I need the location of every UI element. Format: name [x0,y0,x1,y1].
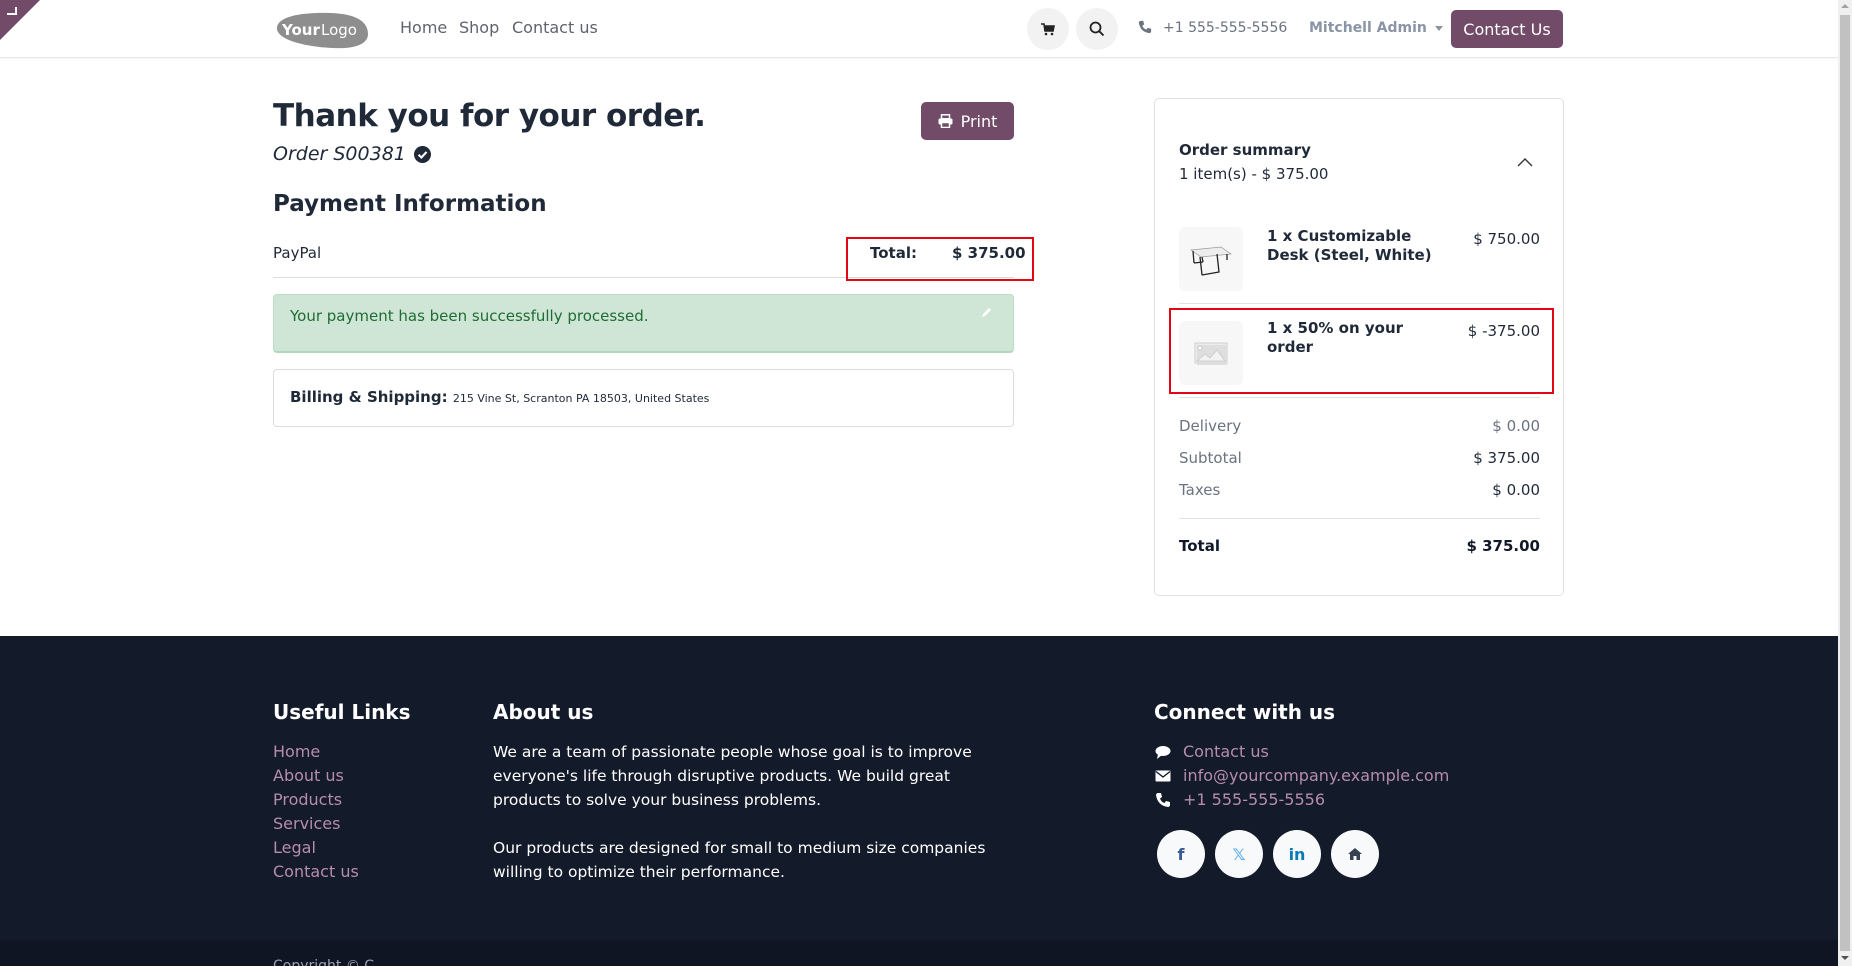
about-us-paragraph-2: Our products are designed for small to m… [493,839,986,881]
footer-link-about-us[interactable]: About us [273,766,344,785]
about-us-heading: About us [493,700,594,724]
delivery-label: Delivery [1179,417,1242,435]
footer-contact-link[interactable]: Contact us [1155,742,1269,761]
footer-link-services[interactable]: Services [273,814,340,833]
order-item-name: 1 x Customizable Desk (Steel, White) [1267,227,1432,264]
home-icon [1348,848,1362,860]
totals-divider [1179,518,1540,519]
taxes-value: $ 0.00 [1492,481,1540,499]
highlight-box-discount [1169,308,1554,394]
copyright-text: Copyright © C [273,958,375,966]
about-us-paragraph-1: We are a team of passionate people whose… [493,743,972,809]
linkedin-icon: in [1288,844,1306,864]
vertical-scrollbar[interactable] [1838,0,1852,966]
contact-us-button[interactable]: Contact Us [1451,10,1563,48]
footer-phone-link[interactable]: +1 555-555-5556 [1155,790,1325,809]
desk-thumbnail-icon [1190,246,1232,276]
subtotal-label: Subtotal [1179,449,1242,467]
search-button[interactable] [1076,8,1118,50]
envelope-icon [1155,770,1171,781]
header-phone[interactable]: +1 555-555-5556 [1163,20,1287,36]
home-button[interactable] [1331,830,1379,878]
nav-contact-us[interactable]: Contact us [512,18,598,37]
phone-icon [1138,20,1152,34]
footer-email-link[interactable]: info@yourcompany.example.com [1155,766,1449,785]
payment-info-heading: Payment Information [273,191,547,217]
facebook-icon: f [1177,844,1185,864]
scroll-down-arrow-icon[interactable] [1841,956,1849,960]
print-label: Print [960,111,998,131]
print-button[interactable]: Print [921,102,1014,140]
logo-text-light: Logo [321,21,357,39]
subtotal-value: $ 375.00 [1473,449,1540,467]
logo-text-bold: Your [281,21,320,39]
order-reference: Order S00381 [273,143,431,165]
alert-message: Your payment has been successfully proce… [290,307,649,325]
scrollbar-thumb[interactable] [1840,15,1850,951]
desk-image [1179,227,1243,291]
summary-total-value: $ 375.00 [1466,537,1540,555]
chevron-up-icon[interactable] [1517,157,1533,167]
user-menu-dropdown[interactable]: Mitchell Admin [1309,20,1443,36]
item-divider [1179,397,1540,398]
nav-shop[interactable]: Shop [459,18,499,37]
billing-address: 215 Vine St, Scranton PA 18503, United S… [452,392,710,405]
facebook-button[interactable]: f [1157,830,1205,878]
check-circle-icon [413,145,431,163]
delivery-value: $ 0.00 [1492,417,1540,435]
shopping-cart-icon [1041,22,1055,35]
phone-icon [1156,792,1170,807]
page-title: Thank you for your order. [273,98,706,134]
printer-icon [938,114,953,128]
summary-total-label: Total [1179,537,1220,555]
item-divider [1179,303,1540,304]
caret-down-icon [1434,26,1443,31]
footer-link-legal[interactable]: Legal [273,838,316,857]
footer-link-contact-us[interactable]: Contact us [273,862,359,881]
site-header: Your Logo Home Shop Contact us +1 555-55… [0,0,1838,58]
contact-us-text: Contact us [1183,742,1269,761]
x-twitter-icon: 𝕏 [1232,844,1246,864]
order-summary-title: Order summary [1179,141,1311,159]
user-name: Mitchell Admin [1309,20,1427,36]
billing-shipping-card: Billing & Shipping: 215 Vine St, Scranto… [273,369,1014,427]
scroll-up-arrow-icon[interactable] [1841,4,1849,8]
highlight-box-total [846,237,1034,281]
search-icon [1089,21,1105,37]
logo[interactable]: Your Logo [273,10,369,49]
phone-text: +1 555-555-5556 [1183,790,1326,809]
payment-success-alert: Your payment has been successfully proce… [273,294,1014,353]
nav-home[interactable]: Home [400,18,447,37]
useful-links-heading: Useful Links [273,700,411,724]
cart-button[interactable] [1027,8,1069,50]
linkedin-button[interactable]: in [1273,830,1321,878]
email-text: info@yourcompany.example.com [1183,766,1450,785]
taxes-label: Taxes [1179,481,1221,499]
connect-heading: Connect with us [1154,700,1336,724]
pencil-icon[interactable] [980,307,992,319]
x-twitter-button[interactable]: 𝕏 [1215,830,1263,878]
payment-method: PayPal [273,244,322,262]
order-item-price: $ 750.00 [1473,230,1540,248]
footer-link-products[interactable]: Products [273,790,342,809]
comment-icon [1155,745,1171,759]
order-number: Order S00381 [273,143,406,165]
billing-label-text: Billing & Shipping: [290,388,448,406]
order-summary-subtitle: 1 item(s) - $ 375.00 [1179,165,1329,183]
footer-link-home[interactable]: Home [273,742,320,761]
billing-label: Billing & Shipping: 215 Vine St, Scranto… [290,388,709,406]
